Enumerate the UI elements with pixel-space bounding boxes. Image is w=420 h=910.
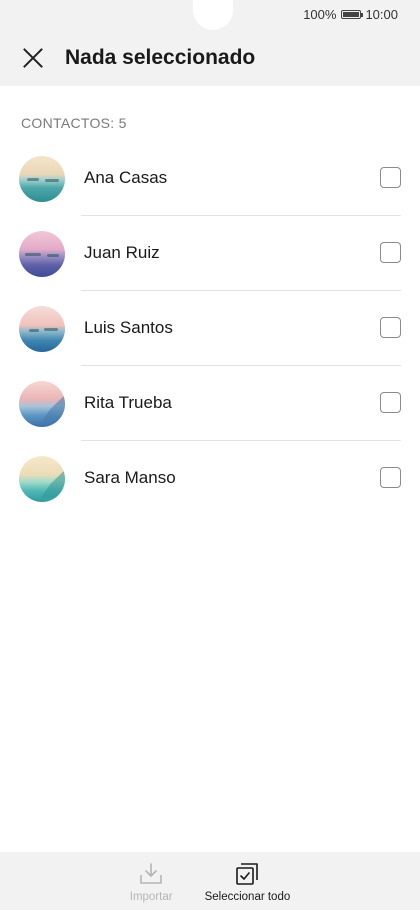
status-bar: 100% 10:00 [0, 0, 420, 30]
contact-checkbox[interactable] [380, 167, 401, 188]
select-all-button[interactable]: Seleccionar todo [204, 852, 291, 903]
status-time: 10:00 [365, 7, 398, 22]
contact-row[interactable]: Juan Ruiz [0, 216, 420, 291]
contact-name: Sara Manso [84, 468, 176, 487]
avatar [19, 456, 65, 502]
contact-name: Ana Casas [84, 168, 168, 187]
select-all-icon [236, 863, 259, 885]
contact-checkbox[interactable] [380, 317, 401, 338]
camera-notch [193, 0, 233, 30]
import-button[interactable]: Importar [130, 852, 173, 903]
contact-row[interactable]: Sara Manso [0, 441, 420, 516]
contacts-count-label: CONTACTOS: 5 [21, 115, 127, 131]
contact-checkbox[interactable] [380, 242, 401, 263]
contact-checkbox[interactable] [380, 467, 401, 488]
contact-row[interactable]: Ana Casas [0, 141, 420, 216]
select-all-label: Seleccionar todo [204, 891, 291, 903]
contact-row[interactable]: Luis Santos [0, 291, 420, 366]
avatar [19, 306, 65, 352]
contact-list: Ana Casas Juan Ruiz Luis Santos Rita Tru… [0, 141, 420, 516]
status-indicators: 100% 10:00 [303, 7, 398, 22]
avatar [19, 156, 65, 202]
contacts-content: CONTACTOS: 5 Ana Casas Juan Ruiz Luis Sa… [0, 86, 420, 852]
contact-name: Luis Santos [84, 318, 173, 337]
battery-percent: 100% [303, 7, 337, 22]
avatar [19, 231, 65, 277]
import-icon [140, 863, 162, 884]
close-icon[interactable] [21, 46, 45, 70]
contact-name: Rita Trueba [84, 393, 172, 412]
contact-name: Juan Ruiz [84, 243, 160, 262]
avatar [19, 381, 65, 427]
app-header: Nada seleccionado [0, 30, 420, 86]
page-title: Nada seleccionado [65, 46, 256, 69]
bottom-action-bar: Importar Seleccionar todo [0, 852, 420, 910]
contact-row[interactable]: Rita Trueba [0, 366, 420, 441]
import-label: Importar [129, 891, 173, 903]
contact-checkbox[interactable] [380, 392, 401, 413]
import-contacts-screen: 100% 10:00 Nada seleccionado CONTACTOS: … [0, 0, 420, 910]
battery-full-icon [341, 10, 364, 19]
